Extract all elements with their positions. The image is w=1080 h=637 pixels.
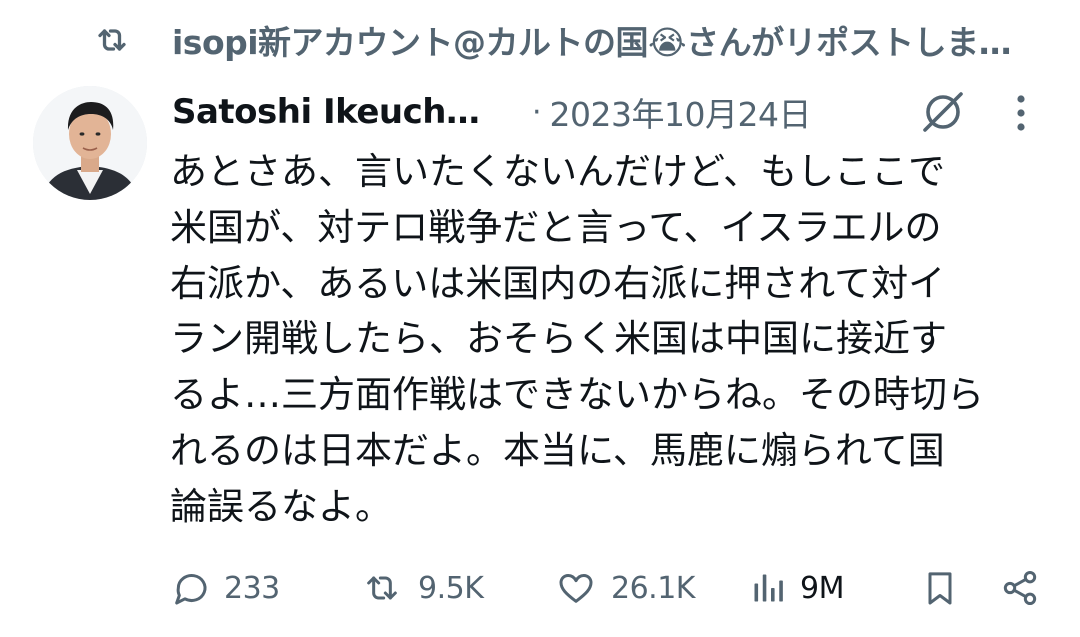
views-icon	[750, 568, 786, 608]
repost-count: 9.5K	[418, 570, 484, 606]
post-body-line: あとさあ、言いたくないんだけど、もしここで	[170, 150, 946, 193]
post-body-line: れるのは日本だよ。本当に、馬鹿に煽られて国	[170, 428, 945, 472]
post-date[interactable]: 2023年10月24日	[550, 88, 812, 136]
repost-banner[interactable]: isopi新アカウント@カルトの国😭さんがリポストしま…	[90, 18, 1050, 62]
reply-count: 233	[224, 570, 280, 606]
post-actions: 233 9.5K 26.1K 9M	[170, 562, 1050, 614]
post-body-line: るよ…三方面作戦はできないからね。その時切ら	[170, 373, 984, 417]
views-button[interactable]: 9M	[750, 562, 844, 614]
post-body: あとさあ、言いたくないんだけど、もしここで 米国が、対テロ戦争だと言って、イスラ…	[170, 144, 1050, 535]
views-count: 9M	[800, 570, 844, 606]
bookmark-button[interactable]	[920, 562, 960, 614]
post-body-line: 論誤るなよ。	[170, 484, 392, 528]
post-header: Satoshi Ikeuch… · 2023年10月24日	[172, 86, 1052, 138]
like-button[interactable]: 26.1K	[555, 562, 695, 614]
heart-icon	[555, 568, 597, 608]
post-body-line: ラン開戦したら、おそらく米国は中国に接近す	[170, 317, 947, 361]
author-name[interactable]: Satoshi Ikeuch…	[172, 92, 508, 132]
repost-icon	[90, 20, 136, 60]
header-separator: ·	[532, 94, 542, 130]
reply-button[interactable]: 233	[170, 562, 280, 614]
post-body-line: 米国が、対テロ戦争だと言って、イスラエルの	[170, 205, 942, 249]
like-count: 26.1K	[611, 570, 695, 606]
repost-banner-text: isopi新アカウント@カルトの国😭さんがリポストしま…	[172, 23, 1012, 62]
share-button[interactable]	[1000, 562, 1040, 614]
bookmark-icon	[920, 568, 960, 608]
more-vertical-icon[interactable]	[1008, 90, 1034, 136]
share-icon	[1000, 568, 1040, 608]
repost-icon	[360, 568, 404, 608]
grok-icon[interactable]	[917, 86, 969, 138]
repost-button[interactable]: 9.5K	[360, 562, 484, 614]
reply-icon	[170, 568, 210, 608]
post-body-line: 右派か、あるいは米国内の右派に押されて対イ	[170, 261, 946, 305]
avatar[interactable]	[33, 86, 147, 200]
